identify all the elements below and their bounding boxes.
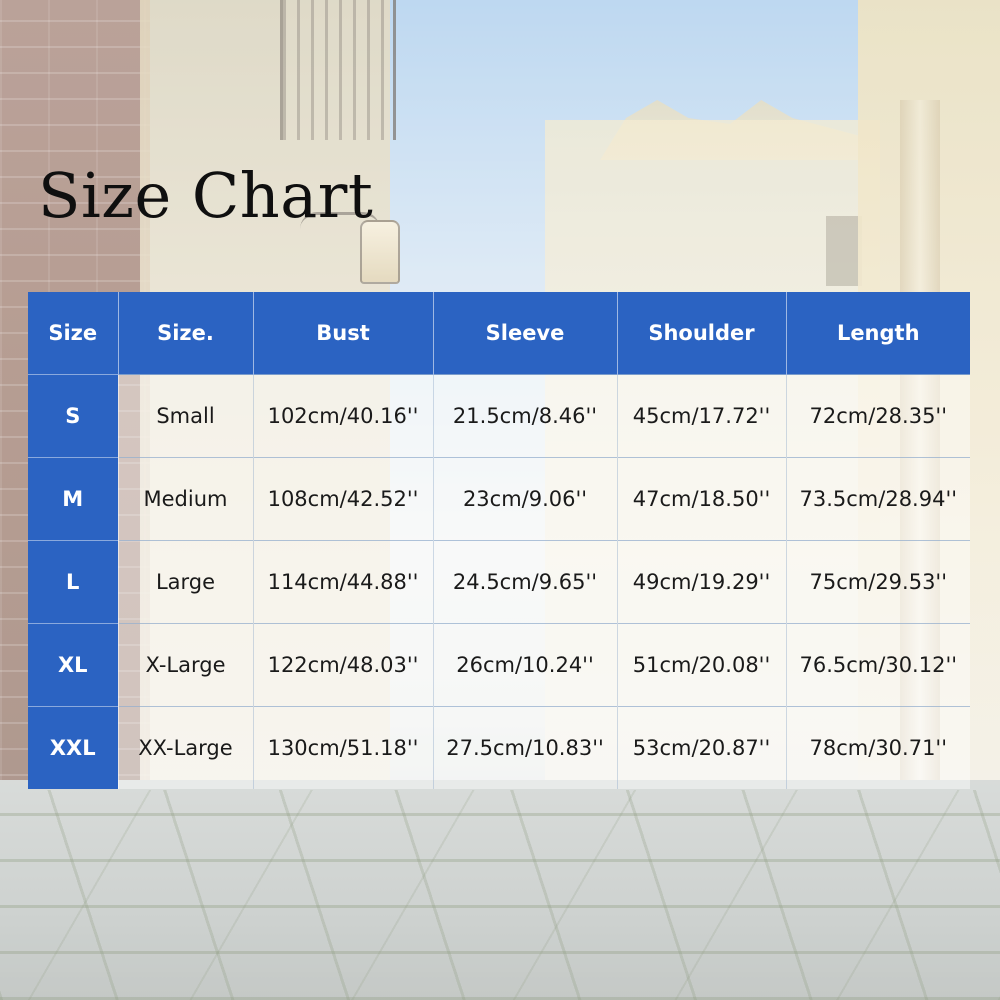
size-code-cell: XL [28,623,119,707]
sleeve-cell: 21.5cm/8.46'' [433,374,618,458]
sleeve-cell: 24.5cm/9.65'' [433,540,618,624]
sleeve-cell: 23cm/9.06'' [433,457,618,541]
size-name-cell: X-Large [118,623,254,707]
bust-cell: 122cm/48.03'' [253,623,434,707]
table-row: XXL XX-Large 130cm/51.18'' 27.5cm/10.83'… [28,706,970,789]
table-row: XL X-Large 122cm/48.03'' 26cm/10.24'' 51… [28,623,970,707]
table-row: L Large 114cm/44.88'' 24.5cm/9.65'' 49cm… [28,540,970,624]
header-size: Size [28,292,119,375]
header-size-name: Size. [118,292,254,375]
header-bust: Bust [253,292,434,375]
size-code-cell: L [28,540,119,624]
size-name-cell: XX-Large [118,706,254,789]
size-name-cell: Medium [118,457,254,541]
bust-cell: 114cm/44.88'' [253,540,434,624]
sleeve-cell: 27.5cm/10.83'' [433,706,618,789]
length-cell: 73.5cm/28.94'' [786,457,970,541]
shoulder-cell: 47cm/18.50'' [617,457,787,541]
bust-cell: 108cm/42.52'' [253,457,434,541]
size-name-cell: Small [118,374,254,458]
bust-cell: 102cm/40.16'' [253,374,434,458]
shoulder-cell: 45cm/17.72'' [617,374,787,458]
size-name-cell: Large [118,540,254,624]
size-code-cell: XXL [28,706,119,789]
bust-cell: 130cm/51.18'' [253,706,434,789]
shoulder-cell: 51cm/20.08'' [617,623,787,707]
header-sleeve: Sleeve [433,292,618,375]
table-header-row: Size Size. Bust Sleeve Shoulder Length [28,292,970,375]
length-cell: 78cm/30.71'' [786,706,970,789]
header-length: Length [786,292,970,375]
table-row: S Small 102cm/40.16'' 21.5cm/8.46'' 45cm… [28,374,970,458]
page-title: Size Chart [38,159,374,232]
shoulder-cell: 53cm/20.87'' [617,706,787,789]
size-code-cell: M [28,457,119,541]
table-row: M Medium 108cm/42.52'' 23cm/9.06'' 47cm/… [28,457,970,541]
size-code-cell: S [28,374,119,458]
header-shoulder: Shoulder [617,292,787,375]
length-cell: 76.5cm/30.12'' [786,623,970,707]
length-cell: 75cm/29.53'' [786,540,970,624]
length-cell: 72cm/28.35'' [786,374,970,458]
size-chart-table: Size Size. Bust Sleeve Shoulder Length S… [28,292,970,789]
shoulder-cell: 49cm/19.29'' [617,540,787,624]
sleeve-cell: 26cm/10.24'' [433,623,618,707]
